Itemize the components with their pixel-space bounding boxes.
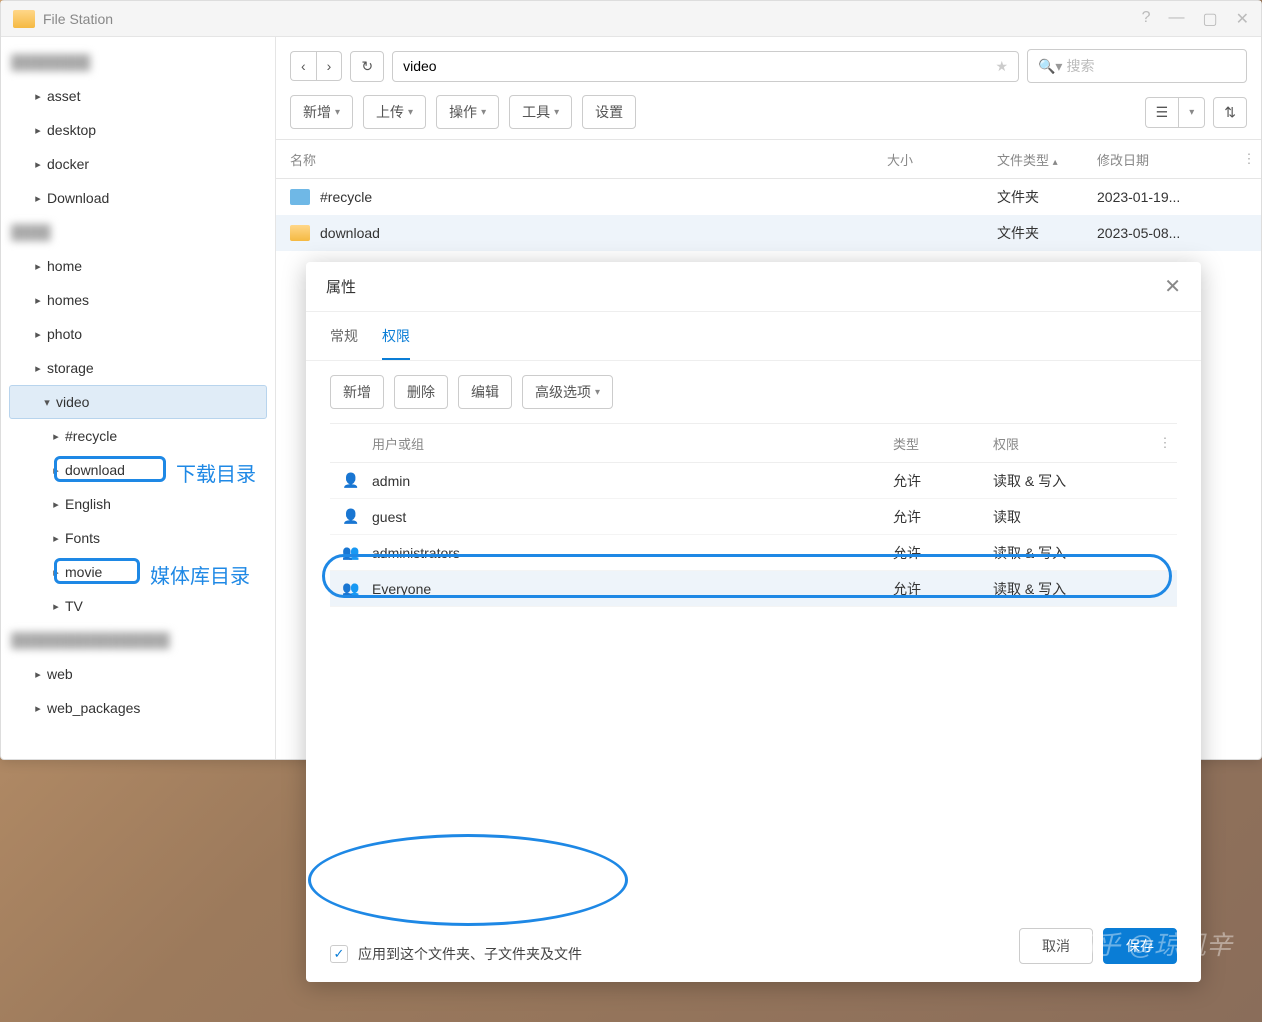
- close-icon[interactable]: ✕: [1236, 9, 1249, 29]
- col-perm-type[interactable]: 类型: [893, 434, 993, 453]
- chevron-right-icon: ▸: [29, 328, 47, 341]
- sidebar-item-recycle[interactable]: ▸#recycle: [1, 419, 275, 453]
- trash-icon: [290, 189, 310, 205]
- save-button[interactable]: 保存: [1103, 928, 1177, 964]
- sidebar-item-docker[interactable]: ▸docker: [1, 147, 275, 181]
- sidebar: ████████ ▸asset ▸desktop ▸docker ▸Downlo…: [1, 37, 276, 759]
- perm-advanced-button[interactable]: 高级选项 ▾: [522, 375, 613, 409]
- sidebar-item-fonts[interactable]: ▸Fonts: [1, 521, 275, 555]
- minimize-icon[interactable]: —: [1168, 9, 1184, 29]
- perm-row-admin[interactable]: 👤 admin 允许 读取 & 写入: [330, 463, 1177, 499]
- sidebar-item-desktop[interactable]: ▸desktop: [1, 113, 275, 147]
- chevron-right-icon: ▸: [29, 90, 47, 103]
- perm-add-button[interactable]: 新增: [330, 375, 384, 409]
- user-icon: 👤: [330, 508, 372, 525]
- titlebar: File Station ? — ▢ ✕: [1, 1, 1261, 37]
- col-user[interactable]: 用户或组: [372, 434, 893, 453]
- view-list-button[interactable]: ☰: [1145, 97, 1179, 128]
- perm-row-guest[interactable]: 👤 guest 允许 读取: [330, 499, 1177, 535]
- sort-button[interactable]: ⇅: [1213, 97, 1247, 128]
- chevron-right-icon: ▸: [47, 600, 65, 613]
- sidebar-item-blurred: ████████: [1, 45, 275, 79]
- column-menu-icon[interactable]: ⋮: [1237, 151, 1261, 167]
- annotation-movie-label: 媒体库目录: [150, 560, 250, 589]
- sidebar-item-download-root[interactable]: ▸Download: [1, 181, 275, 215]
- annotation-download-label: 下载目录: [176, 458, 256, 487]
- annotation-download-box: [54, 456, 166, 482]
- sidebar-item-english[interactable]: ▸English: [1, 487, 275, 521]
- search-placeholder: 搜索: [1066, 56, 1094, 76]
- chevron-right-icon: ▸: [47, 532, 65, 545]
- sidebar-item-web-packages[interactable]: ▸web_packages: [1, 691, 275, 725]
- apply-recursive-label: 应用到这个文件夹、子文件夹及文件: [358, 944, 582, 964]
- sidebar-item-homes[interactable]: ▸homes: [1, 283, 275, 317]
- search-icon: 🔍▾: [1038, 58, 1062, 75]
- star-icon[interactable]: ★: [995, 58, 1008, 75]
- new-button[interactable]: 新增▾: [290, 95, 353, 129]
- chevron-right-icon: ▸: [29, 294, 47, 307]
- sidebar-item-web[interactable]: ▸web: [1, 657, 275, 691]
- col-size[interactable]: 大小: [887, 150, 997, 169]
- apply-recursive-checkbox[interactable]: ✓: [330, 945, 348, 963]
- path-value: video: [403, 58, 436, 74]
- sidebar-item-video[interactable]: ▾video: [9, 385, 267, 419]
- maximize-icon[interactable]: ▢: [1202, 9, 1217, 29]
- chevron-right-icon: ▸: [29, 260, 47, 273]
- chevron-right-icon: ▸: [29, 362, 47, 375]
- chevron-right-icon: ▸: [29, 158, 47, 171]
- refresh-button[interactable]: ↻: [350, 51, 384, 82]
- chevron-right-icon: ▸: [29, 124, 47, 137]
- sort-asc-icon: ▴: [1053, 157, 1058, 168]
- col-name[interactable]: 名称: [276, 150, 887, 169]
- sidebar-item-tv[interactable]: ▸TV: [1, 589, 275, 623]
- col-type[interactable]: 文件类型 ▴: [997, 150, 1097, 169]
- file-row-recycle[interactable]: #recycle 文件夹 2023-01-19...: [276, 179, 1261, 215]
- perm-delete-button[interactable]: 删除: [394, 375, 448, 409]
- user-icon: 👤: [330, 472, 372, 489]
- help-icon[interactable]: ?: [1142, 9, 1151, 29]
- view-dropdown-button[interactable]: ▾: [1178, 97, 1205, 128]
- tools-button[interactable]: 工具▾: [509, 95, 572, 129]
- perm-column-menu-icon[interactable]: ⋮: [1153, 435, 1177, 451]
- sidebar-item-asset[interactable]: ▸asset: [1, 79, 275, 113]
- chevron-right-icon: ▸: [47, 430, 65, 443]
- cancel-button[interactable]: 取消: [1019, 928, 1093, 964]
- sidebar-item-home[interactable]: ▸home: [1, 249, 275, 283]
- annotation-everyone-circle: [322, 554, 1172, 598]
- window-title: File Station: [43, 11, 1142, 27]
- file-row-download[interactable]: download 文件夹 2023-05-08...: [276, 215, 1261, 251]
- chevron-right-icon: ▸: [47, 498, 65, 511]
- app-folder-icon: [13, 10, 35, 28]
- annotation-apply-circle: [308, 834, 628, 926]
- upload-button[interactable]: 上传▾: [363, 95, 426, 129]
- chevron-right-icon: ▸: [29, 702, 47, 715]
- nav-forward-button[interactable]: ›: [316, 51, 343, 81]
- sidebar-item-storage[interactable]: ▸storage: [1, 351, 275, 385]
- col-permission[interactable]: 权限: [993, 434, 1153, 453]
- path-input[interactable]: video ★: [392, 51, 1019, 82]
- file-table-header: 名称 大小 文件类型 ▴ 修改日期 ⋮: [276, 139, 1261, 179]
- sidebar-item-blurred: ████: [1, 215, 275, 249]
- search-input[interactable]: 🔍▾ 搜索: [1027, 49, 1247, 83]
- operate-button[interactable]: 操作▾: [436, 95, 499, 129]
- chevron-right-icon: ▸: [29, 192, 47, 205]
- tab-general[interactable]: 常规: [330, 326, 358, 360]
- perm-table-header: 用户或组 类型 权限 ⋮: [330, 423, 1177, 463]
- tab-permissions[interactable]: 权限: [382, 326, 410, 360]
- chevron-down-icon: ▾: [38, 396, 56, 409]
- annotation-movie-box: [54, 558, 140, 584]
- folder-icon: [290, 225, 310, 241]
- col-date[interactable]: 修改日期: [1097, 150, 1237, 169]
- dialog-close-icon[interactable]: ✕: [1164, 274, 1181, 299]
- dialog-title: 属性: [326, 276, 1164, 297]
- perm-edit-button[interactable]: 编辑: [458, 375, 512, 409]
- settings-button[interactable]: 设置: [582, 95, 636, 129]
- nav-back-button[interactable]: ‹: [290, 51, 316, 81]
- sidebar-item-blurred: ████████████████: [1, 623, 275, 657]
- sidebar-item-photo[interactable]: ▸photo: [1, 317, 275, 351]
- chevron-right-icon: ▸: [29, 668, 47, 681]
